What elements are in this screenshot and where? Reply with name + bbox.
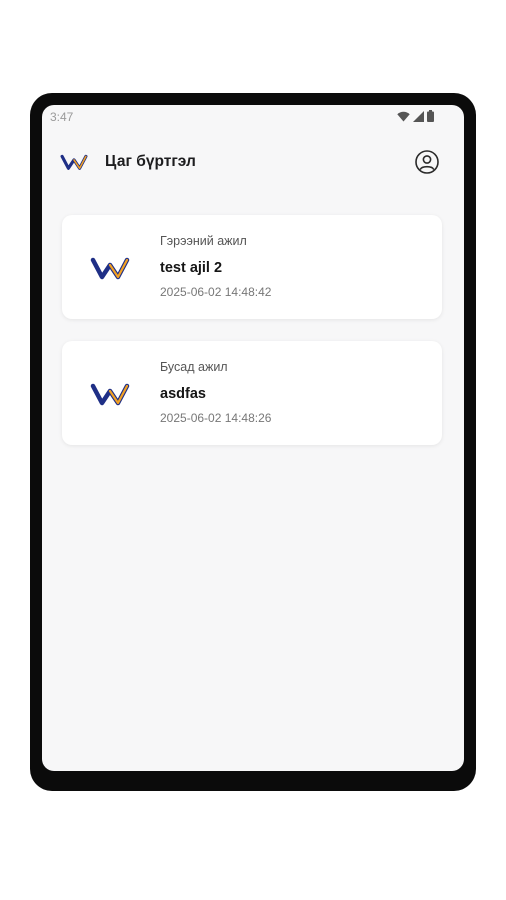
page-title: Цаг бүртгэл bbox=[105, 153, 196, 170]
card-text: Бусад ажил asdfas 2025-06-02 14:48:26 bbox=[160, 360, 271, 427]
app-screen: 3:47 Цаг бүртгэл Гэрээний ажил test ajil… bbox=[42, 105, 464, 771]
card-text: Гэрээний ажил test ajil 2 2025-06-02 14:… bbox=[160, 234, 271, 301]
status-bar: 3:47 bbox=[42, 105, 464, 129]
work-entry-card[interactable]: Гэрээний ажил test ajil 2 2025-06-02 14:… bbox=[62, 215, 442, 319]
card-date: 2025-06-02 14:48:42 bbox=[160, 285, 272, 299]
app-logo bbox=[60, 154, 88, 170]
card-category: Гэрээний ажил bbox=[160, 234, 247, 248]
card-title: test ajil 2 bbox=[160, 260, 223, 276]
tablet-frame: 3:47 Цаг бүртгэл Гэрээний ажил test ajil… bbox=[30, 93, 476, 791]
card-category: Бусад ажил bbox=[160, 360, 228, 374]
app-bar: Цаг бүртгэл bbox=[42, 141, 464, 183]
work-entry-card[interactable]: Бусад ажил asdfas 2025-06-02 14:48:26 bbox=[62, 341, 442, 445]
battery-icon bbox=[427, 110, 434, 122]
status-time: 3:47 bbox=[50, 110, 74, 124]
company-logo-icon bbox=[90, 257, 130, 280]
card-title: asdfas bbox=[160, 386, 206, 402]
wifi-icon bbox=[397, 111, 410, 121]
company-logo-icon bbox=[90, 383, 130, 406]
card-date: 2025-06-02 14:48:26 bbox=[160, 411, 272, 425]
stage: 3:47 Цаг бүртгэл Гэрээний ажил test ajil… bbox=[0, 0, 506, 900]
signal-icon bbox=[413, 110, 424, 122]
account-circle-icon[interactable] bbox=[414, 149, 440, 175]
status-icons bbox=[397, 110, 434, 122]
